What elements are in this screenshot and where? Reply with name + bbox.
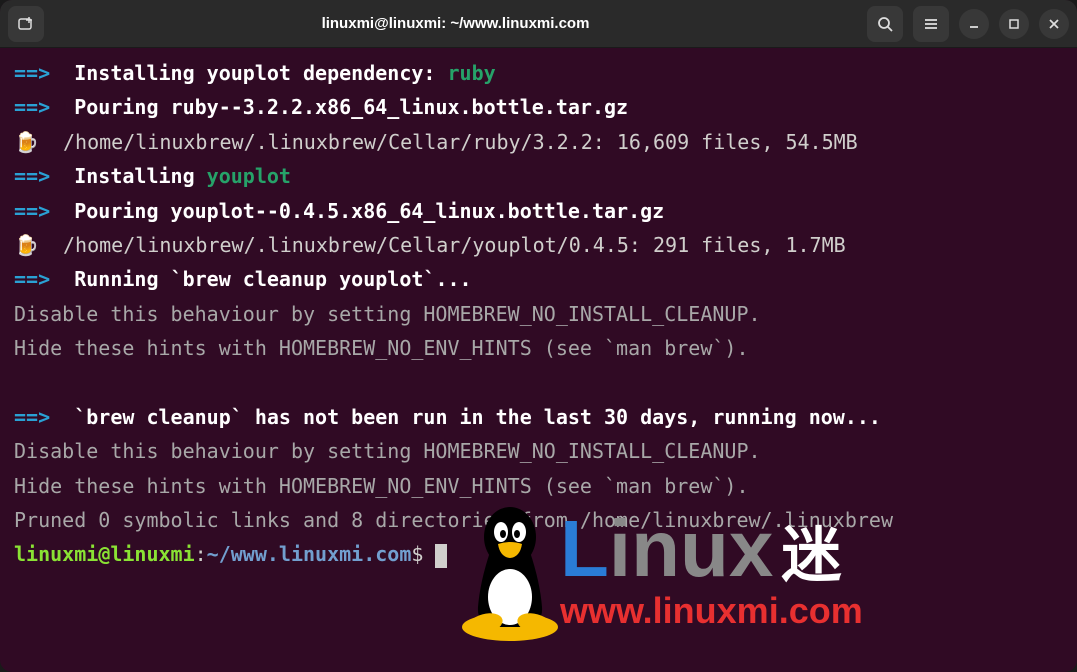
search-icon	[877, 16, 893, 32]
terminal-line: ==> Installing youplot dependency: ruby	[14, 56, 1063, 90]
terminal-line: Disable this behaviour by setting HOMEBR…	[14, 297, 1063, 331]
prompt-user: linuxmi@linuxmi	[14, 542, 195, 566]
terminal-line: Hide these hints with HOMEBREW_NO_ENV_HI…	[14, 331, 1063, 365]
close-button[interactable]	[1039, 9, 1069, 39]
terminal-line: ==> `brew cleanup` has not been run in t…	[14, 400, 1063, 434]
search-button[interactable]	[867, 6, 903, 42]
new-tab-button[interactable]	[8, 6, 44, 42]
minimize-icon	[968, 18, 980, 30]
close-icon	[1048, 18, 1060, 30]
cursor	[435, 544, 447, 568]
terminal-line: ==> Running `brew cleanup youplot`...	[14, 262, 1063, 296]
terminal-line	[14, 366, 1063, 400]
terminal-line: Pruned 0 symbolic links and 8 directorie…	[14, 503, 1063, 537]
minimize-button[interactable]	[959, 9, 989, 39]
terminal-line: ==> Installing youplot	[14, 159, 1063, 193]
new-tab-icon	[17, 15, 35, 33]
menu-button[interactable]	[913, 6, 949, 42]
terminal-line: ==> Pouring ruby--3.2.2.x86_64_linux.bot…	[14, 90, 1063, 124]
terminal-line: Hide these hints with HOMEBREW_NO_ENV_HI…	[14, 469, 1063, 503]
prompt-colon: :	[195, 542, 207, 566]
watermark-url: www.linuxmi.com	[560, 580, 863, 642]
terminal-line: ==> Pouring youplot--0.4.5.x86_64_linux.…	[14, 194, 1063, 228]
prompt-line[interactable]: linuxmi@linuxmi:~/www.linuxmi.com$	[14, 537, 1063, 571]
titlebar-right	[867, 6, 1069, 42]
maximize-icon	[1008, 18, 1020, 30]
window-title: linuxmi@linuxmi: ~/www.linuxmi.com	[44, 15, 867, 32]
prompt-path: ~/www.linuxmi.com	[207, 542, 412, 566]
terminal-window: linuxmi@linuxmi: ~/www.linuxmi.com	[0, 0, 1077, 672]
prompt-dollar: $	[411, 542, 435, 566]
titlebar-left	[8, 6, 44, 42]
terminal-content[interactable]: ==> Installing youplot dependency: ruby=…	[0, 48, 1077, 672]
hamburger-icon	[923, 16, 939, 32]
maximize-button[interactable]	[999, 9, 1029, 39]
terminal-line: Disable this behaviour by setting HOMEBR…	[14, 434, 1063, 468]
terminal-line: 🍺 /home/linuxbrew/.linuxbrew/Cellar/youp…	[14, 228, 1063, 262]
titlebar: linuxmi@linuxmi: ~/www.linuxmi.com	[0, 0, 1077, 48]
terminal-line: 🍺 /home/linuxbrew/.linuxbrew/Cellar/ruby…	[14, 125, 1063, 159]
